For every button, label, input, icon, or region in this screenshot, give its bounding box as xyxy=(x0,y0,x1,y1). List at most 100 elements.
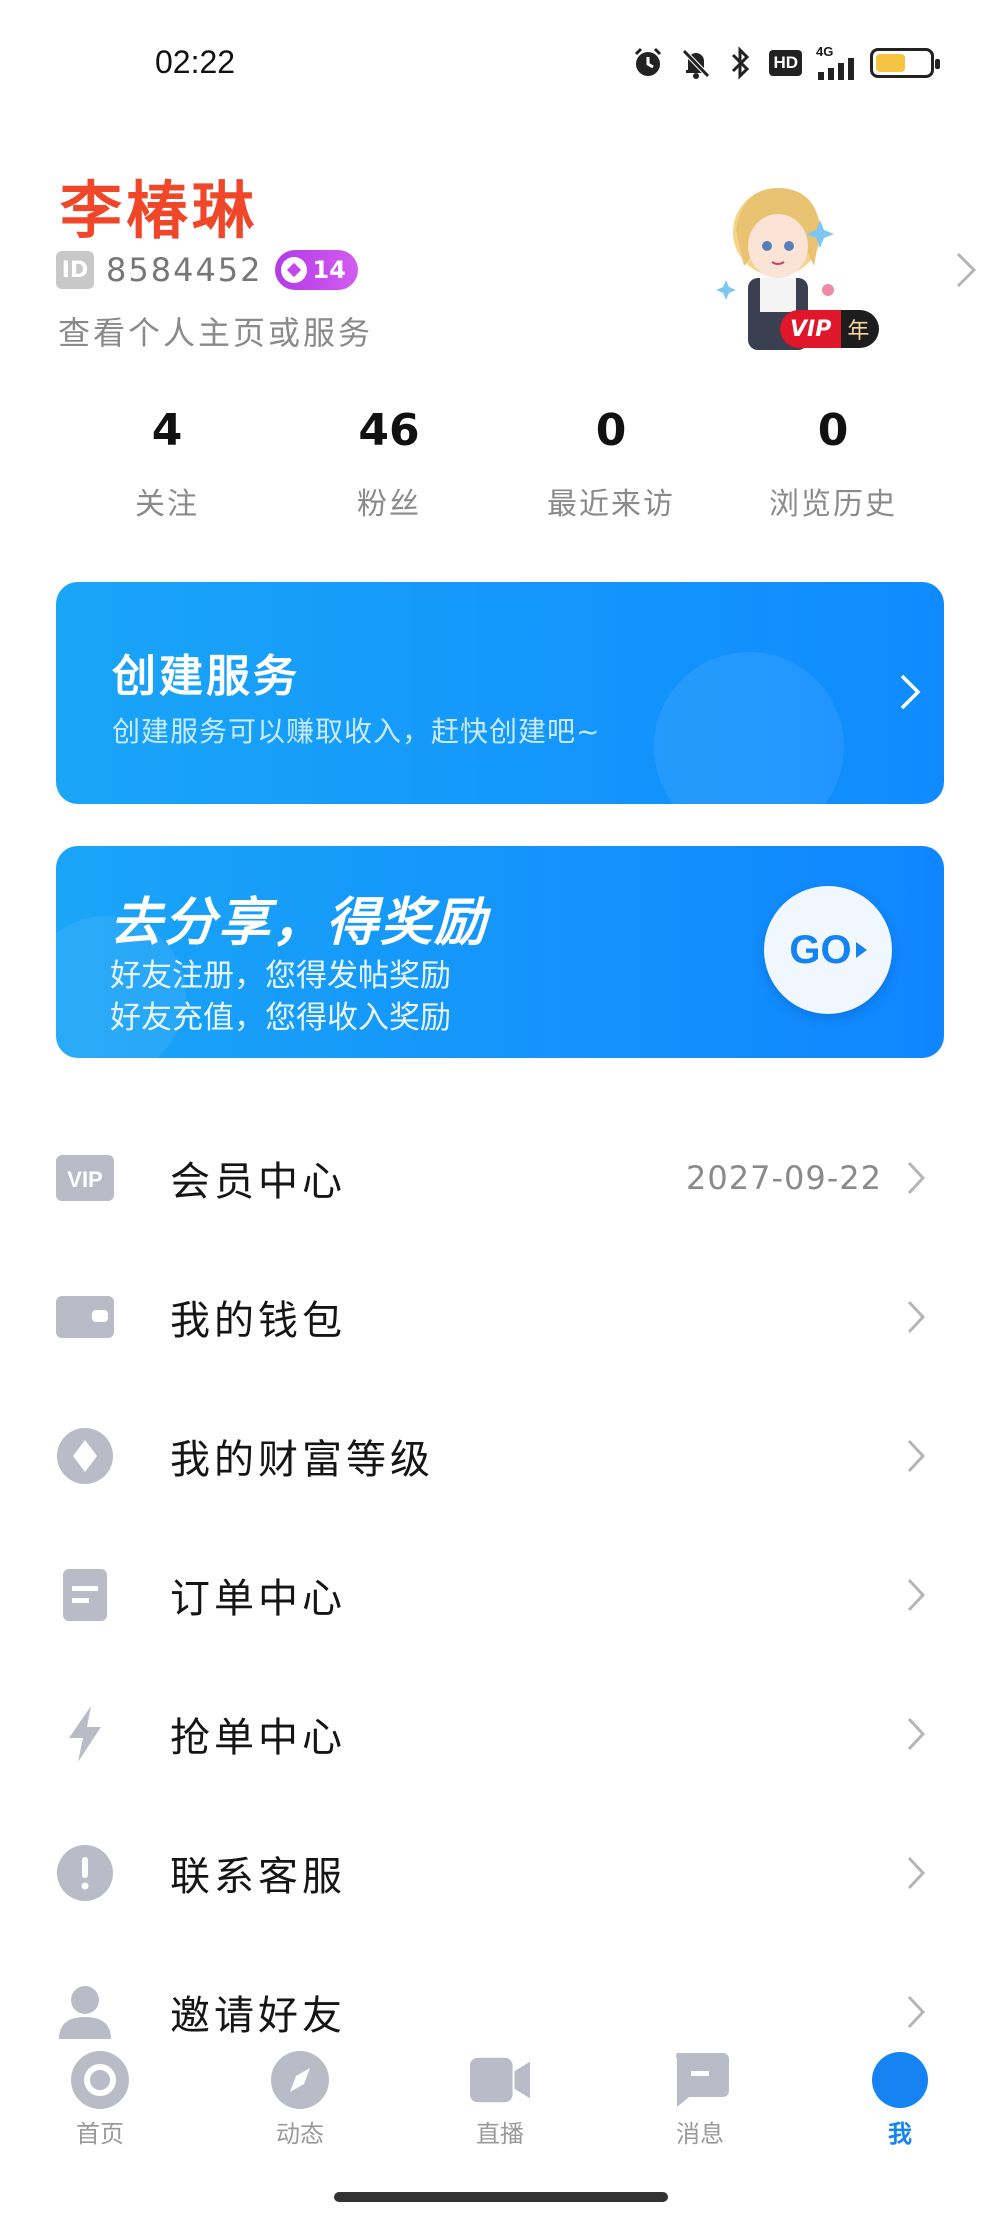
menu-item-customer-service[interactable]: 联系客服 xyxy=(56,1803,944,1942)
chevron-right-icon xyxy=(907,1161,926,1194)
nav-item-live[interactable]: 直播 xyxy=(400,2050,600,2170)
create-service-card[interactable]: 创建服务 创建服务可以赚取收入，赶快创建吧~ xyxy=(56,582,944,804)
chevron-right-icon xyxy=(907,1717,926,1750)
nav-label: 首页 xyxy=(76,2120,124,2148)
level-value: 14 xyxy=(312,256,346,284)
vip-label: VIP xyxy=(780,310,842,348)
stat-value: 0 xyxy=(817,405,849,456)
stat-label: 粉丝 xyxy=(357,487,421,522)
alert-icon xyxy=(56,1844,114,1902)
nav-label: 消息 xyxy=(676,2120,724,2148)
battery-icon xyxy=(870,46,940,80)
stats-row: 4 关注 46 粉丝 0 最近来访 0 浏览历史 xyxy=(56,405,944,523)
stat-label: 浏览历史 xyxy=(769,487,897,522)
svg-text:VIP: VIP xyxy=(67,1167,102,1192)
menu-item-order-center[interactable]: 订单中心 xyxy=(56,1525,944,1664)
share-line-recharge: 好友充值，您得收入奖励 xyxy=(110,1000,451,1036)
diamond-icon xyxy=(56,1427,114,1485)
money-bag-decoration xyxy=(654,652,844,804)
menu-item-grab-order-center[interactable]: 抢单中心 xyxy=(56,1664,944,1803)
status-icons: HD 4G xyxy=(631,44,940,80)
chevron-right-icon xyxy=(907,1578,926,1611)
stat-label: 关注 xyxy=(135,487,199,522)
nav-item-me[interactable]: 我 xyxy=(800,2050,1000,2170)
profile-name: 李椿琳 xyxy=(60,174,259,247)
nav-item-messages[interactable]: 消息 xyxy=(600,2050,800,2170)
level-diamond-icon xyxy=(280,257,307,283)
home-indicator xyxy=(334,2192,668,2202)
go-button[interactable]: GO xyxy=(764,886,892,1014)
vip-term: 年 xyxy=(847,319,870,344)
menu-right xyxy=(906,1438,926,1474)
chevron-right-icon xyxy=(907,1439,926,1472)
nav-item-home[interactable]: 首页 xyxy=(0,2050,200,2170)
stat-browse-history[interactable]: 0 浏览历史 xyxy=(722,405,944,523)
status-bar: 02:22 HD 4G xyxy=(0,0,1000,130)
mute-icon xyxy=(679,46,713,80)
create-service-subtitle: 创建服务可以赚取收入，赶快创建吧~ xyxy=(112,715,601,748)
menu-right xyxy=(906,1577,926,1613)
level-badge: 14 xyxy=(274,250,358,290)
menu-right xyxy=(906,1716,926,1752)
nav-label: 动态 xyxy=(276,2120,324,2148)
nav-label: 我 xyxy=(888,2120,912,2148)
message-icon xyxy=(670,2050,730,2110)
chevron-right-icon xyxy=(907,1300,926,1333)
menu-right: 2027-09-22 xyxy=(686,1159,926,1197)
profile-header[interactable]: 李椿琳 ID 8584452 14 查看个人主页或服务 VIP 年 xyxy=(56,160,977,360)
menu-label: 订单中心 xyxy=(170,1575,346,1622)
create-service-title: 创建服务 xyxy=(112,651,300,702)
profile-subtitle: 查看个人主页或服务 xyxy=(58,314,374,352)
stat-value: 0 xyxy=(595,405,627,456)
user-id: 8584452 xyxy=(106,251,263,289)
battery-level xyxy=(876,54,905,72)
wallet-icon xyxy=(56,1288,114,1346)
hd-icon: HD xyxy=(769,46,802,80)
go-label: GO xyxy=(789,927,852,972)
vip-tag: VIP 年 xyxy=(780,310,880,348)
menu-list: VIP 会员中心 2027-09-22 我的钱包 我的财富等级 订单中心 抢单中… xyxy=(56,1108,944,2081)
menu-item-wealth-level[interactable]: 我的财富等级 xyxy=(56,1386,944,1525)
signal-icon: 4G xyxy=(816,44,856,80)
chevron-right-icon xyxy=(907,1856,926,1889)
bottom-nav: 首页 动态 直播 消息 我 xyxy=(0,2050,1000,2170)
menu-right xyxy=(906,1994,926,2030)
chevron-right-icon xyxy=(954,250,978,294)
stat-fans[interactable]: 46 粉丝 xyxy=(278,405,500,523)
stat-recent-visitors[interactable]: 0 最近来访 xyxy=(500,405,722,523)
menu-item-wallet[interactable]: 我的钱包 xyxy=(56,1247,944,1386)
menu-label: 我的钱包 xyxy=(170,1297,346,1344)
vip-expiry-date: 2027-09-22 xyxy=(686,1158,882,1197)
stat-following[interactable]: 4 关注 xyxy=(56,405,278,523)
alarm-icon xyxy=(631,46,665,80)
menu-label: 我的财富等级 xyxy=(170,1436,434,1483)
stat-value: 46 xyxy=(358,405,420,456)
menu-right xyxy=(906,1855,926,1891)
home-icon xyxy=(70,2050,130,2110)
menu-right xyxy=(906,1299,926,1335)
share-line-register: 好友注册，您得发帖奖励 xyxy=(110,958,451,994)
bluetooth-icon xyxy=(727,46,755,80)
id-row: ID 8584452 14 xyxy=(56,250,358,290)
menu-item-vip-center[interactable]: VIP 会员中心 2027-09-22 xyxy=(56,1108,944,1247)
order-icon xyxy=(56,1566,114,1624)
nav-item-feed[interactable]: 动态 xyxy=(200,2050,400,2170)
share-reward-card[interactable]: 去分享，得奖励 好友注册，您得发帖奖励 好友充值，您得收入奖励 GO xyxy=(56,846,944,1058)
network-label: 4G xyxy=(816,44,834,59)
hd-label: HD xyxy=(769,50,802,76)
vip-icon: VIP xyxy=(56,1149,114,1207)
stat-label: 最近来访 xyxy=(547,487,675,522)
id-badge: ID xyxy=(56,251,94,289)
user-icon xyxy=(56,1983,114,2041)
stat-value: 4 xyxy=(151,405,183,456)
menu-label: 抢单中心 xyxy=(170,1714,346,1761)
play-icon xyxy=(855,942,867,958)
status-time: 02:22 xyxy=(155,44,236,80)
menu-label: 会员中心 xyxy=(170,1158,346,1205)
video-icon xyxy=(470,2050,530,2110)
me-icon xyxy=(870,2050,930,2110)
nav-label: 直播 xyxy=(476,2120,524,2148)
chevron-right-icon xyxy=(907,1995,926,2028)
menu-label: 联系客服 xyxy=(170,1853,346,1900)
compass-icon xyxy=(270,2050,330,2110)
